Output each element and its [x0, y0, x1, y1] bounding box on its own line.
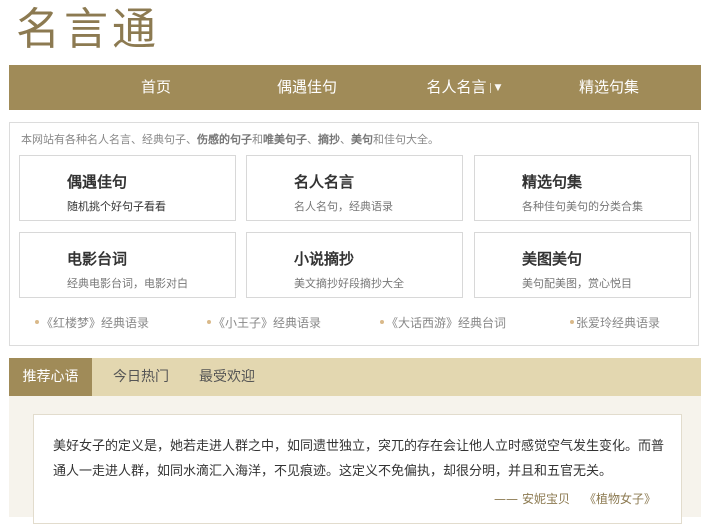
site-intro: 本网站有各种名人名言、经典句子、伤感的句子和唯美句子、摘抄、美句和佳句大全。	[21, 131, 439, 147]
intro-text: 和	[252, 133, 263, 146]
nav-home[interactable]: 首页	[101, 65, 211, 110]
intro-keyword: 摘抄	[318, 133, 340, 146]
card-desc: 经典电影台词，电影对白	[67, 277, 188, 290]
link-zhang-ailing[interactable]: 张爱玲经典语录	[570, 314, 660, 331]
card-desc: 名人名句，经典语录	[294, 200, 393, 213]
nav-famous-quotes[interactable]: 名人名言 ▼	[409, 65, 519, 110]
card-title: 精选句集	[522, 173, 583, 191]
quote-source: —— 安妮宝贝 《植物女子》	[494, 490, 656, 507]
card-collections[interactable]: 精选句集 各种佳句美句的分类合集	[474, 155, 691, 221]
card-desc: 美句配美图，赏心悦目	[522, 277, 632, 290]
card-desc: 随机挑个好句子看看	[67, 200, 166, 213]
nav-collections[interactable]: 精选句集	[554, 65, 664, 110]
quote-author[interactable]: 安妮宝贝	[522, 492, 570, 506]
link-label: 张爱玲经典语录	[576, 316, 661, 330]
card-famous-quotes[interactable]: 名人名言 名人名句，经典语录	[246, 155, 463, 221]
link-dahua-xiyou[interactable]: 《大话西游》经典台词	[380, 314, 506, 331]
tab-bar: 推荐心语 今日热门 最受欢迎	[9, 358, 701, 396]
link-label: 《大话西游》经典台词	[386, 316, 507, 330]
card-desc: 美文摘抄好段摘抄大全	[294, 277, 404, 290]
intro-text: 和佳句大全。	[373, 133, 439, 146]
link-hongloumeng[interactable]: 《红楼梦》经典语录	[35, 314, 149, 331]
intro-keyword: 美句	[351, 133, 373, 146]
intro-text: 本网站有各种名人名言、经典句子、	[21, 133, 197, 146]
quote-book[interactable]: 《植物女子》	[584, 492, 656, 506]
dropdown-caret-icon: ▼	[494, 83, 502, 93]
link-little-prince[interactable]: 《小王子》经典语录	[207, 314, 321, 331]
bullet-icon	[380, 320, 384, 324]
card-title: 电影台词	[67, 250, 128, 268]
nav-random-quotes[interactable]: 偶遇佳句	[252, 65, 362, 110]
link-label: 《小王子》经典语录	[213, 316, 322, 330]
card-desc: 各种佳句美句的分类合集	[522, 200, 643, 213]
tab-most-popular[interactable]: 最受欢迎	[187, 358, 267, 396]
card-movie-lines[interactable]: 电影台词 经典电影台词，电影对白	[19, 232, 236, 298]
intro-text: 、	[307, 133, 318, 146]
quote-dash: ——	[493, 492, 518, 506]
card-title: 小说摘抄	[294, 250, 355, 268]
nav-divider	[489, 83, 491, 93]
card-random-quotes[interactable]: 偶遇佳句 随机挑个好句子看看	[19, 155, 236, 221]
tab-today-hot[interactable]: 今日热门	[101, 358, 181, 396]
nav-famous-quotes-label: 名人名言	[426, 78, 487, 96]
intro-keyword: 伤感的句子	[197, 133, 252, 146]
card-picture-quotes[interactable]: 美图美句 美句配美图，赏心悦目	[474, 232, 691, 298]
tab-recommended[interactable]: 推荐心语	[9, 358, 92, 396]
bullet-icon	[207, 320, 211, 324]
site-logo[interactable]: 名言通	[16, 2, 160, 58]
intro-text: 、	[340, 133, 351, 146]
card-title: 偶遇佳句	[67, 173, 128, 191]
card-title: 美图美句	[522, 250, 583, 268]
card-title: 名人名言	[294, 173, 355, 191]
quote-text: 美好女子的定义是，她若走进人群之中，如同遗世独立，突兀的存在会让他人立时感觉空气…	[53, 439, 665, 479]
link-label: 《红楼梦》经典语录	[41, 316, 150, 330]
card-novel-excerpts[interactable]: 小说摘抄 美文摘抄好段摘抄大全	[246, 232, 463, 298]
intro-keyword: 唯美句子	[263, 133, 307, 146]
bullet-icon	[570, 320, 574, 324]
main-nav: 首页 偶遇佳句 名人名言 ▼ 精选句集	[9, 65, 701, 110]
bullet-icon	[35, 320, 39, 324]
